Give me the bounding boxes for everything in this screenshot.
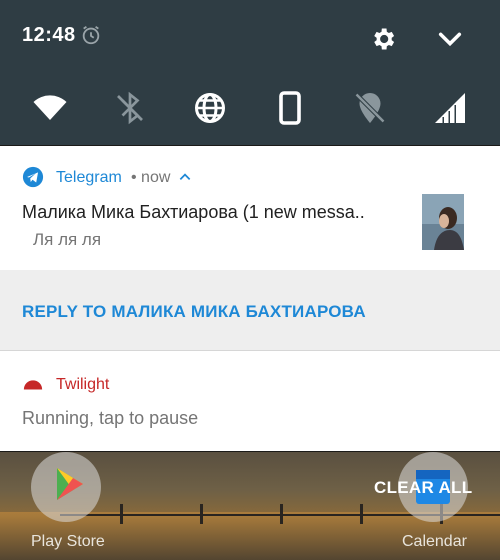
status-bar: 12:48 — [0, 0, 500, 75]
wallpaper-post — [200, 504, 203, 524]
notification-title: Малика Мика Бахтиарова (1 new messa.. — [22, 202, 365, 222]
wallpaper-post — [360, 504, 363, 524]
twilight-icon — [22, 373, 44, 395]
notification-time: • now — [131, 169, 171, 186]
phone-rotation-icon[interactable] — [272, 90, 308, 126]
play-store-label[interactable]: Play Store — [31, 533, 105, 551]
avatar — [422, 194, 464, 250]
wallpaper-post — [120, 504, 123, 524]
telegram-icon — [22, 166, 44, 188]
notification-text: Ля ля ля — [33, 230, 102, 249]
play-store-app-icon[interactable] — [31, 452, 101, 522]
twilight-notification[interactable] — [0, 351, 500, 451]
location-off-icon[interactable] — [352, 90, 388, 126]
app-name-telegram: Telegram — [56, 169, 122, 186]
clock: 12:48 — [22, 24, 76, 46]
notification-text: Running, tap to pause — [22, 408, 199, 428]
reply-button[interactable]: REPLY TO МАЛИКА МИКА БАХТИАРОВА — [22, 302, 366, 322]
signal-icon[interactable] — [432, 90, 468, 126]
app-name-twilight: Twilight — [56, 376, 110, 393]
clear-all-button[interactable]: CLEAR ALL — [374, 478, 472, 498]
globe-icon[interactable] — [192, 90, 228, 126]
quick-settings-panel: 12:48 — [0, 0, 500, 145]
bluetooth-off-icon[interactable] — [112, 90, 148, 126]
gear-icon[interactable] — [369, 25, 397, 53]
calendar-label[interactable]: Calendar — [402, 533, 467, 551]
wifi-icon[interactable] — [32, 90, 68, 126]
chevron-up-icon[interactable] — [178, 170, 192, 184]
alarm-icon — [80, 24, 102, 46]
wallpaper-post — [280, 504, 283, 524]
chevron-down-icon[interactable] — [436, 25, 464, 53]
